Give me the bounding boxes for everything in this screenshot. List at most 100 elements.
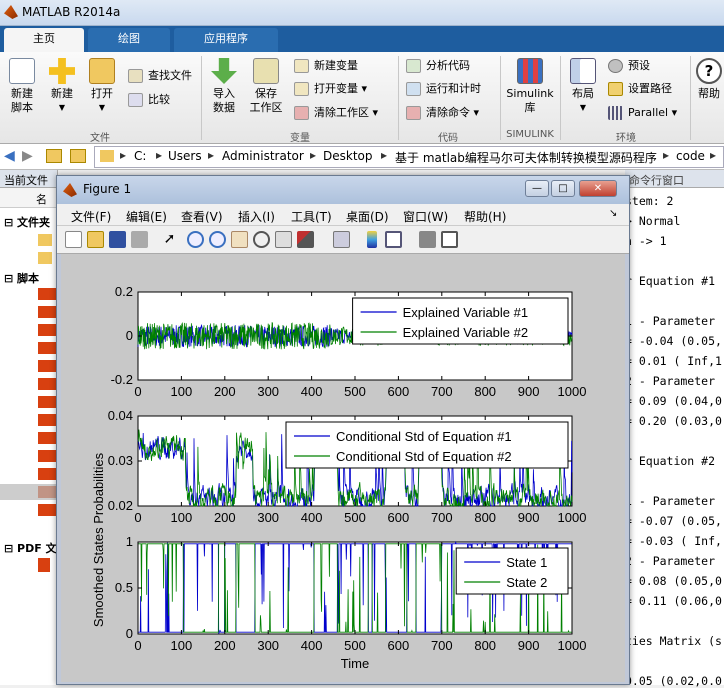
rotate-icon[interactable] <box>253 231 270 248</box>
legend[interactable]: State 1 State 2 <box>455 547 569 595</box>
section-pdf[interactable]: ⊟ PDF 文 <box>4 540 57 556</box>
crumb-users[interactable]: Users <box>168 149 202 163</box>
section-scripts[interactable]: ⊟ 脚本 <box>4 270 39 286</box>
x-tick-label: 700 <box>431 638 453 653</box>
pan-hand-icon[interactable] <box>231 231 248 248</box>
x-tick-label: 600 <box>388 638 410 653</box>
crumb-desktop[interactable]: Desktop <box>323 149 373 163</box>
save-workspace-button[interactable]: 保存 工作区 <box>246 58 286 115</box>
hide-tools-icon[interactable] <box>419 231 436 248</box>
current-folder-panel: 当前文件 名 ⊟ 文件夹 ⊟ 脚本 ⊟ PDF 文 <box>0 170 58 685</box>
save-icon[interactable] <box>109 231 126 248</box>
save-workspace-icon <box>253 58 279 84</box>
brush-icon[interactable] <box>297 231 314 248</box>
find-files-button[interactable]: 查找文件 <box>126 66 192 86</box>
crumb-drive[interactable]: C: <box>134 149 146 163</box>
y-tick-label: 0 <box>126 626 133 641</box>
menu-edit[interactable]: 编辑(E) <box>126 208 167 225</box>
menu-desktop[interactable]: 桌面(D) <box>346 208 389 225</box>
crumb-administrator[interactable]: Administrator <box>222 149 304 163</box>
ribbon-tab-bar: 主页 绘图 应用程序 <box>0 26 724 52</box>
back-arrow-icon[interactable]: ◀ <box>4 148 15 164</box>
data-cursor-icon[interactable] <box>275 231 292 248</box>
zoom-out-icon[interactable] <box>209 231 226 248</box>
section-folders[interactable]: ⊟ 文件夹 <box>4 214 50 230</box>
parallel-button[interactable]: Parallel ▾ <box>606 103 677 123</box>
forward-arrow-icon[interactable]: ▶ <box>22 148 33 164</box>
minimize-button[interactable]: — <box>525 180 549 197</box>
pdf-file-icon[interactable] <box>38 558 50 572</box>
import-data-button[interactable]: 导入 数据 <box>206 58 242 115</box>
new-script-button[interactable]: 新建 脚本 <box>4 58 40 115</box>
new-button[interactable]: 新建 ▼ <box>44 58 80 115</box>
crumb-project[interactable]: 基于 matlab编程马尔可夫体制转换模型源码程序 <box>395 149 657 166</box>
x-tick-label: 300 <box>257 384 279 399</box>
menu-insert[interactable]: 插入(I) <box>238 208 275 225</box>
print-icon[interactable] <box>131 231 148 248</box>
menu-window[interactable]: 窗口(W) <box>403 208 448 225</box>
command-window[interactable]: 命令行窗口 stem: 2 > Normal n -> 1 r Equation #1… <box>625 170 724 688</box>
group-code-label: 代码 <box>438 133 458 144</box>
menu-tools[interactable]: 工具(T) <box>291 208 332 225</box>
open-file-icon[interactable] <box>87 231 104 248</box>
legend-icon[interactable] <box>385 231 402 248</box>
preferences-button[interactable]: 预设 <box>606 56 650 76</box>
divider <box>690 56 691 140</box>
figure-menu-bar: 文件(F) 编辑(E) 查看(V) 插入(I) 工具(T) 桌面(D) 窗口(W… <box>57 204 629 226</box>
x-tick-label: 0 <box>134 384 141 399</box>
dock-arrow-icon[interactable]: ↘ <box>609 208 617 219</box>
browse-folder-icon[interactable] <box>70 149 86 163</box>
cmd-line: = 0.09 (0.04,0 <box>625 394 722 408</box>
figure-window: Figure 1 — □ ✕ 文件(F) 编辑(E) 查看(V) 插入(I) 工… <box>56 175 630 685</box>
analyze-code-button[interactable]: 分析代码 <box>404 56 470 76</box>
pointer-icon[interactable]: ➚ <box>161 231 178 248</box>
tab-home[interactable]: 主页 <box>4 28 84 52</box>
run-and-time-button[interactable]: 运行和计时 <box>404 79 481 99</box>
axes-2[interactable]: 0.04 0.03 0.020 100 200 300 400 500 600 700 800 900… <box>108 408 587 525</box>
group-variable-label: 变量 <box>290 133 310 144</box>
cmd-line: 1 - Parameter <box>625 494 716 508</box>
compare-button[interactable]: 比较 <box>126 90 170 110</box>
maximize-button[interactable]: □ <box>551 180 575 197</box>
help-button[interactable]: ? 帮助 <box>694 58 724 101</box>
new-figure-icon[interactable] <box>65 231 82 248</box>
y-tick-label: 0.5 <box>115 580 133 595</box>
colorbar-icon[interactable] <box>367 231 377 248</box>
axes-1[interactable]: 0.20-0.20 100 200 300 400 500 600 700 800 900 1000… <box>111 284 587 399</box>
tab-plots[interactable]: 绘图 <box>88 28 170 52</box>
up-folder-icon[interactable] <box>46 149 62 163</box>
close-button[interactable]: ✕ <box>579 180 617 197</box>
ribbon: 新建 脚本 新建 ▼ 打开 ▼ 查找文件 比较 文件 导入 数据 保存 工作区 … <box>0 52 724 144</box>
x-tick-label: 400 <box>301 384 323 399</box>
folder-icon[interactable] <box>38 234 52 246</box>
menu-view[interactable]: 查看(V) <box>181 208 223 225</box>
selected-row[interactable] <box>0 484 56 500</box>
new-variable-button[interactable]: 新建变量 <box>292 56 358 76</box>
x-tick-label: 100 <box>171 510 193 525</box>
legend[interactable]: Conditional Std of Equation #1 Conditiona… <box>285 421 569 469</box>
zoom-in-icon[interactable] <box>187 231 204 248</box>
clear-workspace-button[interactable]: 清除工作区 ▾ <box>292 103 378 123</box>
show-tools-icon[interactable] <box>441 231 458 248</box>
window-title: MATLAB R2014a <box>22 5 121 19</box>
cmd-line: 2 - Parameter <box>625 374 716 388</box>
x-tick-label: 300 <box>257 638 279 653</box>
legend[interactable]: Explained Variable #1 Explained Variable … <box>352 297 569 345</box>
crumb-code[interactable]: code <box>676 149 705 163</box>
simulink-library-button[interactable]: Simulink 库 <box>504 58 556 115</box>
link-plot-icon[interactable] <box>333 231 350 248</box>
open-variable-button[interactable]: 打开变量 ▾ <box>292 79 367 99</box>
menu-file[interactable]: 文件(F) <box>71 208 111 225</box>
cmd-line: = -0.04 (0.05, <box>625 334 722 348</box>
divider <box>500 56 501 140</box>
y-tick-label: 0.02 <box>108 498 133 513</box>
layout-button[interactable]: 布局 ▼ <box>564 58 602 115</box>
plot-canvas[interactable]: 0.20-0.20 100 200 300 400 500 600 700 800 900 1000… <box>61 254 625 682</box>
menu-help[interactable]: 帮助(H) <box>464 208 506 225</box>
legend-entry: State 2 <box>506 575 547 590</box>
tab-apps[interactable]: 应用程序 <box>174 28 278 52</box>
open-button[interactable]: 打开 ▼ <box>84 58 120 115</box>
set-path-button[interactable]: 设置路径 <box>606 79 672 99</box>
folder-icon[interactable] <box>38 252 52 264</box>
clear-commands-button[interactable]: 清除命令 ▾ <box>404 103 479 123</box>
